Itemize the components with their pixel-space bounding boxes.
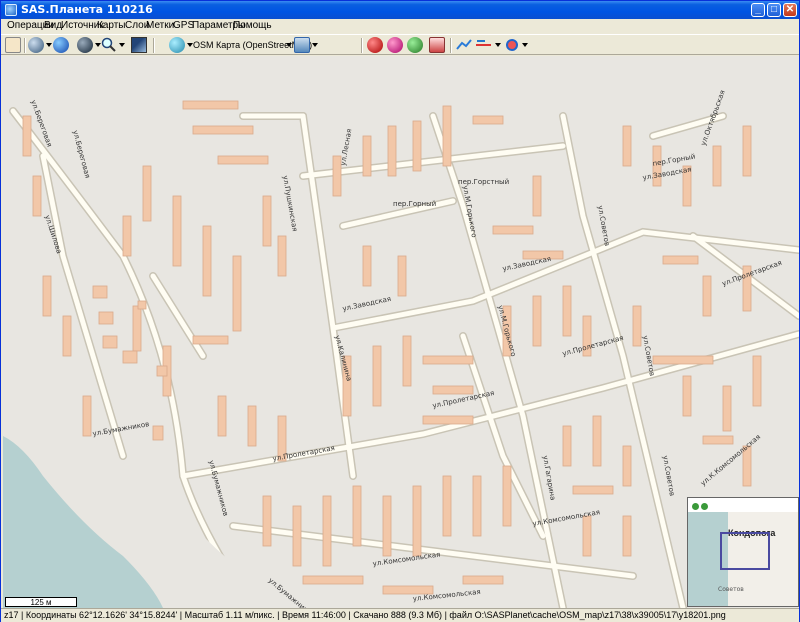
image-icon[interactable]	[131, 37, 147, 53]
gps-track-icon[interactable]	[456, 37, 472, 53]
street-label: пер.Горный	[393, 200, 436, 208]
map-canvas: пер.Горстный пер.Горный ул.Заводская ул.…	[3, 56, 799, 608]
chevron-down-icon[interactable]	[286, 43, 292, 47]
status-time: Время 11:46:00	[281, 610, 346, 620]
status-scale: Масштаб 1.11 м/пикс.	[184, 610, 275, 620]
toolbar-separator	[24, 38, 26, 53]
minimap-controls[interactable]	[692, 501, 710, 513]
menu-maps[interactable]: Карты	[97, 20, 126, 31]
mark-delete-icon[interactable]	[407, 37, 423, 53]
map-view[interactable]: пер.Горстный пер.Горный ул.Заводская ул.…	[3, 56, 799, 608]
map-source-icon[interactable]	[169, 37, 185, 53]
zoom-icon[interactable]	[101, 37, 117, 53]
zoom-out-icon[interactable]	[701, 503, 708, 510]
chevron-down-icon[interactable]	[495, 43, 501, 47]
mark-export-icon[interactable]	[429, 37, 445, 53]
minimap-street-label: Советов	[718, 586, 744, 593]
menu-marks[interactable]: Метки	[146, 20, 174, 31]
minimap[interactable]: Кондопога Советов	[687, 497, 799, 607]
menu-help[interactable]: Помощь	[233, 20, 272, 31]
gps-settings-icon[interactable]	[504, 37, 520, 53]
mark-add-icon[interactable]	[367, 37, 383, 53]
status-downloaded: Скачано 888 (9.3 Мб)	[353, 610, 443, 620]
window-title: SAS.Планета 110216	[21, 3, 153, 16]
close-button[interactable]: ✕	[783, 3, 797, 17]
scale-bar: 125 м	[5, 597, 77, 607]
zoom-in-icon[interactable]	[692, 503, 699, 510]
chevron-down-icon[interactable]	[522, 43, 528, 47]
app-globe-icon	[5, 4, 17, 16]
earth-icon[interactable]	[53, 37, 69, 53]
earth-dark-icon[interactable]	[77, 37, 93, 53]
toolbar: OSM Карта (OpenStreetMap)	[1, 34, 799, 55]
status-zoom: z17	[4, 610, 19, 620]
menu-bar: Операции Вид Источник Карты Слои Метки G…	[1, 19, 799, 34]
mark-edit-icon[interactable]	[387, 37, 403, 53]
chevron-down-icon[interactable]	[312, 43, 318, 47]
menu-gps[interactable]: GPS	[173, 20, 194, 31]
title-bar[interactable]: SAS.Планета 110216 _ □ ✕	[1, 1, 799, 19]
status-coords: Координаты 62°12.1626' 34°15.8244'	[25, 610, 178, 620]
toolbar-separator	[450, 38, 452, 53]
app-window: SAS.Планета 110216 _ □ ✕ Операции Вид Ис…	[0, 0, 800, 622]
chevron-down-icon[interactable]	[46, 43, 52, 47]
toolbar-separator	[361, 38, 363, 53]
minimap-viewport[interactable]	[720, 532, 770, 570]
toolbar-separator	[153, 38, 155, 53]
gps-route-icon[interactable]	[475, 37, 491, 53]
layers-icon[interactable]	[294, 37, 310, 53]
hand-icon[interactable]	[5, 37, 21, 53]
chevron-down-icon[interactable]	[119, 43, 125, 47]
menu-view[interactable]: Вид	[44, 20, 62, 31]
minimize-button[interactable]: _	[751, 3, 765, 17]
globe-settings-icon[interactable]	[28, 37, 44, 53]
status-file: файл O:\SASPlanet\cache\OSM_map\z17\38\x…	[449, 610, 726, 620]
maximize-button[interactable]: □	[767, 3, 781, 17]
status-bar: z17 | Координаты 62°12.1626' 34°15.8244'…	[1, 608, 799, 622]
